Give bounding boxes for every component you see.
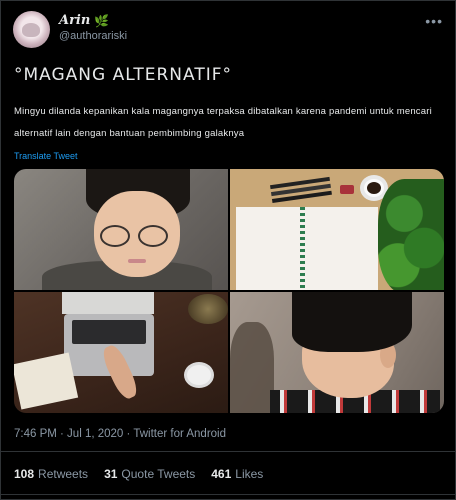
notebook bbox=[236, 207, 378, 290]
plant bbox=[378, 179, 444, 290]
divider bbox=[1, 451, 456, 452]
translate-tweet-link[interactable]: Translate Tweet bbox=[14, 151, 78, 161]
open-book bbox=[14, 352, 79, 410]
more-options-icon[interactable]: ••• bbox=[425, 14, 443, 28]
glasses-right bbox=[138, 225, 168, 247]
desk-lamp bbox=[188, 294, 228, 324]
quote-tweets-count: 31 bbox=[104, 467, 118, 481]
face bbox=[94, 191, 180, 277]
divider bbox=[1, 494, 456, 495]
author-display-name[interactable]: Arin bbox=[59, 13, 90, 28]
glasses-left bbox=[100, 225, 130, 247]
likes-stat[interactable]: 461 Likes bbox=[211, 467, 263, 481]
laptop-screen bbox=[62, 292, 154, 314]
hair bbox=[292, 292, 412, 352]
retweets-count: 108 bbox=[14, 467, 35, 481]
leaf-icon: 🌿 bbox=[94, 13, 110, 28]
photo-laptop-desk[interactable] bbox=[14, 292, 228, 413]
author-name-row: Arin 🌿 bbox=[59, 13, 109, 28]
tweet-body: Mingyu dilanda kepanikan kala magangnya … bbox=[14, 106, 432, 139]
retweets-stat[interactable]: 108 Retweets bbox=[14, 467, 88, 481]
author-handle[interactable]: @authorariski bbox=[59, 30, 127, 42]
quote-tweets-label: Quote Tweets bbox=[121, 467, 196, 481]
quote-tweets-stat[interactable]: 31 Quote Tweets bbox=[104, 467, 195, 481]
eraser bbox=[340, 185, 354, 194]
avatar[interactable] bbox=[13, 11, 50, 48]
mouth bbox=[128, 259, 146, 263]
laptop-keyboard bbox=[72, 320, 146, 344]
photo-man-profile[interactable] bbox=[230, 292, 444, 413]
background-person bbox=[230, 322, 274, 413]
tweet-timestamp[interactable]: 7:46 PM · Jul 1, 2020 · Twitter for Andr… bbox=[14, 428, 226, 440]
photo-man-glasses[interactable] bbox=[14, 169, 228, 290]
photo-desk-notebook[interactable] bbox=[230, 169, 444, 290]
engagement-stats: 108 Retweets 31 Quote Tweets 461 Likes bbox=[14, 467, 263, 481]
media-grid bbox=[14, 169, 444, 413]
notebook-spiral bbox=[300, 207, 305, 290]
pens bbox=[270, 176, 330, 190]
likes-label: Likes bbox=[235, 467, 264, 481]
tweet-card: Arin 🌿 @authorariski ••• °MAGANG ALTERNA… bbox=[0, 0, 456, 500]
mug bbox=[184, 362, 214, 388]
tweet-headline: °MAGANG ALTERNATIF° bbox=[14, 65, 232, 85]
likes-count: 461 bbox=[211, 467, 232, 481]
retweets-label: Retweets bbox=[38, 467, 89, 481]
